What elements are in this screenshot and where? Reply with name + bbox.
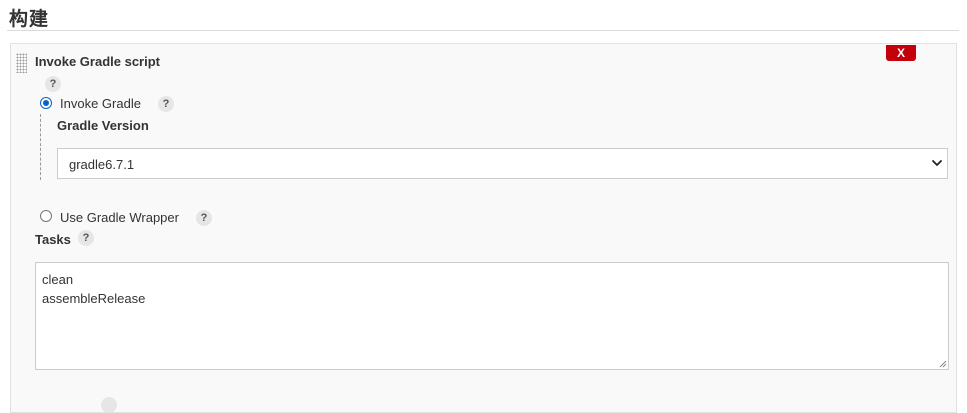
tasks-textarea[interactable]: clean assembleRelease (35, 262, 949, 370)
tasks-help-icon[interactable]: ? (78, 230, 94, 246)
delete-step-button[interactable]: X (886, 45, 916, 61)
task-line-clean: clean (42, 272, 74, 287)
use-gradle-wrapper-help-icon[interactable]: ? (196, 210, 212, 226)
section-divider (7, 30, 959, 31)
invoke-gradle-radio[interactable] (40, 97, 52, 109)
chevron-down-icon (932, 160, 942, 166)
partial-help-icon[interactable] (101, 397, 117, 413)
option-group-indent-line (40, 114, 41, 180)
resize-grip-icon[interactable] (938, 359, 947, 368)
step-title: Invoke Gradle script (35, 54, 160, 69)
invoke-gradle-label[interactable]: Invoke Gradle (60, 96, 141, 111)
gradle-version-selected-value: gradle6.7.1 (69, 157, 135, 172)
use-gradle-wrapper-label[interactable]: Use Gradle Wrapper (60, 210, 179, 225)
gradle-version-select[interactable]: gradle6.7.1 (57, 148, 948, 179)
section-title: 构建 (9, 8, 50, 30)
task-line-assemble-release: assembleRelease (42, 291, 146, 306)
drag-handle-icon[interactable] (16, 53, 27, 73)
gradle-version-label: Gradle Version (57, 118, 149, 133)
tasks-label: Tasks (35, 232, 71, 247)
step-help-icon[interactable]: ? (45, 76, 61, 92)
use-gradle-wrapper-radio[interactable] (40, 210, 52, 222)
invoke-gradle-help-icon[interactable]: ? (158, 96, 174, 112)
